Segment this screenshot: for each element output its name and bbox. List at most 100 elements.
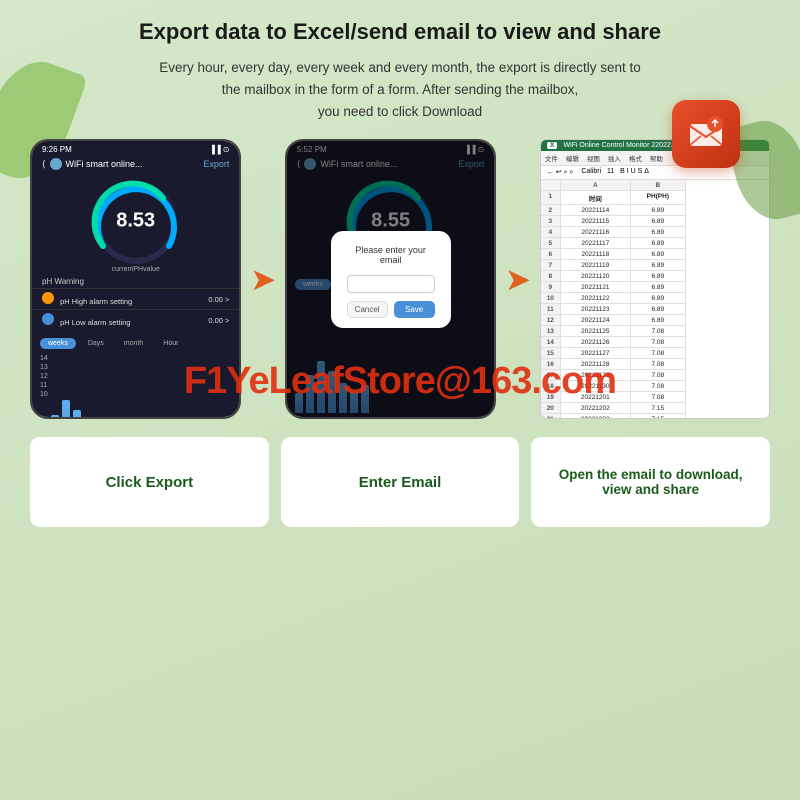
excel-row-date: 20221127 (561, 348, 631, 359)
tab-month-1[interactable]: month (116, 338, 151, 349)
excel-row: 17202211297.08 (541, 370, 769, 381)
subtitle-line1: Every hour, every day, every week and ev… (159, 60, 640, 75)
excel-col-num-header (541, 180, 561, 191)
toolbar-help[interactable]: 帮助 (650, 153, 663, 163)
excel-row: 5202211176.89 (541, 238, 769, 249)
modal-cancel-button[interactable]: Cancel (347, 301, 388, 318)
excel-row-num: 8 (541, 271, 561, 282)
sub-text: Every hour, every day, every week and ev… (70, 57, 730, 124)
toolbar-view[interactable]: 视图 (587, 153, 600, 163)
bar-4 (73, 410, 81, 419)
email-icon-box (672, 100, 740, 168)
excel-row-num: 6 (541, 249, 561, 260)
excel-row-date: 20221125 (561, 326, 631, 337)
excel-col-a-header: A (561, 180, 631, 191)
excel-row-ph: 7.08 (631, 348, 686, 359)
excel-row: 21202212037.15 (541, 414, 769, 419)
excel-row: 10202211226.89 (541, 293, 769, 304)
excel-row-date: 20221126 (561, 337, 631, 348)
excel-row-date: 20221115 (561, 216, 631, 227)
subtitle-line2: the mailbox in the form of a form. After… (222, 82, 578, 97)
excel-row-num: 15 (541, 348, 561, 359)
step-3-label: Open the email to download, view and sha… (545, 467, 756, 497)
excel-row-date: 20221116 (561, 227, 631, 238)
toolbar-format[interactable]: 格式 (629, 153, 642, 163)
step-1-label: Click Export (106, 474, 194, 491)
toolbar-insert[interactable]: 插入 (608, 153, 621, 163)
excel-row-date: 20221203 (561, 414, 631, 419)
screenshots-row: 9:26 PM ▐▐ ⊙ ⟨ WiFi smart online... Expo… (30, 139, 770, 419)
excel-row: 16202211287.08 (541, 359, 769, 370)
time-1: 9:26 PM (42, 145, 72, 154)
steps-row: Click Export Enter Email Open the email … (30, 437, 770, 527)
ph-value-1: 8.53 (116, 210, 155, 233)
excel-row: 1时间PH(PH) (541, 191, 769, 205)
email-icon (686, 114, 726, 154)
excel-row-ph: 7.08 (631, 326, 686, 337)
excel-row-num: 12 (541, 315, 561, 326)
excel-row-ph: 6.89 (631, 315, 686, 326)
step-2-label: Enter Email (359, 474, 442, 491)
bar-2 (51, 415, 59, 419)
excel-row: 8202211206.89 (541, 271, 769, 282)
tab-weeks-1[interactable]: weeks (40, 338, 76, 349)
excel-row-date: 20221119 (561, 260, 631, 271)
excel-row-date: 20221128 (561, 359, 631, 370)
excel-row-date: 20221118 (561, 249, 631, 260)
arrow-1: ➤ (251, 263, 274, 296)
modal-title: Please enter your email (347, 245, 435, 265)
toolbar-edit[interactable]: 编辑 (566, 153, 579, 163)
excel-row-ph: 7.08 (631, 370, 686, 381)
phone-screen-2: 5:52 PM ▐▐ ⊙ ⟨ WiFi smart online... Expo… (287, 141, 494, 417)
tab-hour-1[interactable]: Hour (155, 338, 186, 349)
excel-row: 13202211257.08 (541, 326, 769, 337)
excel-row-ph: 6.89 (631, 238, 686, 249)
excel-row-ph: 7.08 (631, 337, 686, 348)
ph-warning-1: pH Warning (32, 275, 239, 288)
alarm-low-val-1: 0.00 > (208, 316, 229, 325)
excel-row: 7202211196.89 (541, 260, 769, 271)
step-1-box: Click Export (30, 437, 269, 527)
tab-days-1[interactable]: Days (80, 338, 112, 349)
excel-row-num: 11 (541, 304, 561, 315)
phone-app-name-1: ⟨ WiFi smart online... (42, 158, 143, 170)
excel-row-ph: 6.89 (631, 304, 686, 315)
toolbar-file[interactable]: 文件 (545, 153, 558, 163)
alarm-low-icon-1 (42, 313, 54, 325)
step-3-box: Open the email to download, view and sha… (531, 437, 770, 527)
excel-row-date: 20221123 (561, 304, 631, 315)
email-input[interactable] (347, 275, 435, 293)
excel-row-date: 20221121 (561, 282, 631, 293)
gauge-area-1: 8.53 currentPHvalue (32, 178, 239, 273)
excel-row-date: 20221129 (561, 370, 631, 381)
arrow-2: ➤ (506, 263, 529, 296)
excel-row-ph: 6.89 (631, 293, 686, 304)
modal-buttons: Cancel Save (347, 301, 435, 318)
excel-row: 6202211186.89 (541, 249, 769, 260)
excel-row-num: 14 (541, 337, 561, 348)
excel-row-num: 1 (541, 191, 561, 205)
excel-row-num: 16 (541, 359, 561, 370)
excel-row-ph: 7.08 (631, 381, 686, 392)
excel-row-ph: 6.89 (631, 216, 686, 227)
excel-row: 18202211307.08 (541, 381, 769, 392)
excel-row-ph: 6.89 (631, 249, 686, 260)
subtitle-line3: you need to click Download (318, 104, 482, 119)
excel-row: 15202211277.08 (541, 348, 769, 359)
phone-screenshot-1: 9:26 PM ▐▐ ⊙ ⟨ WiFi smart online... Expo… (30, 139, 241, 419)
excel-row-num: 20 (541, 403, 561, 414)
excel-row-ph: 7.08 (631, 359, 686, 370)
excel-row-num: 21 (541, 414, 561, 419)
modal-save-button[interactable]: Save (394, 301, 435, 318)
app-logo-1 (50, 158, 62, 170)
alarm-high-row-1: pH High alarm setting 0.00 > (32, 288, 239, 309)
export-link-1[interactable]: Export (203, 159, 229, 169)
signal-icons-1: ▐▐ ⊙ (209, 145, 229, 154)
modal-overlay: Please enter your email Cancel Save (287, 141, 494, 417)
excel-row-date: 20221117 (561, 238, 631, 249)
excel-row-ph: 7.15 (631, 403, 686, 414)
phone-screen-1: 9:26 PM ▐▐ ⊙ ⟨ WiFi smart online... Expo… (32, 141, 239, 417)
excel-row: 9202211216.89 (541, 282, 769, 293)
bar-3 (62, 400, 70, 419)
alarm-low-row-1: pH Low alarm setting 0.00 > (32, 309, 239, 330)
